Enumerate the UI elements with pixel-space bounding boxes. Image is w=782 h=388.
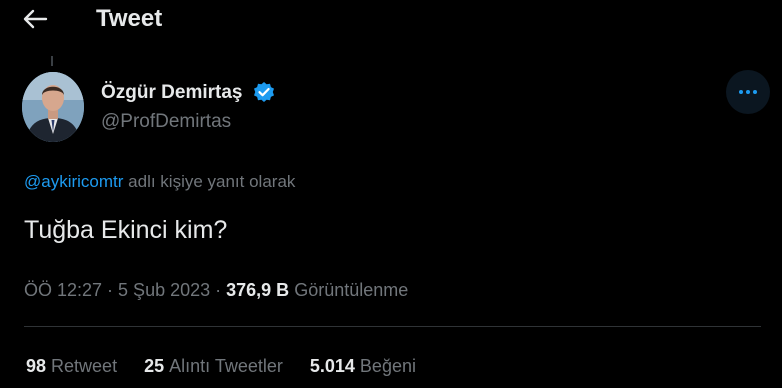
reply-context: @aykiricomtr adlı kişiye yanıt olarak: [24, 172, 295, 192]
divider: [24, 326, 761, 327]
reply-mention-link[interactable]: @aykiricomtr: [24, 172, 123, 191]
engagement-stats: 98 Retweet 25 Alıntı Tweetler 5.014 Beğeni: [26, 356, 438, 377]
meta-separator: ·: [210, 280, 227, 300]
tweet-text: Tuğba Ekinci kim?: [24, 216, 228, 244]
likes-count: 5.014: [309, 356, 355, 376]
quote-tweets-stat[interactable]: 25 Alıntı Tweetler: [144, 356, 283, 376]
views-count[interactable]: 376,9 B: [226, 280, 289, 300]
likes-stat[interactable]: 5.014 Beğeni: [310, 356, 416, 376]
top-bar: Tweet: [0, 0, 782, 40]
verified-badge-icon: [254, 82, 274, 102]
author-handle[interactable]: @ProfDemirtas: [101, 111, 231, 133]
tweet-date-link[interactable]: 5 Şub 2023: [118, 280, 210, 300]
thread-connector-line: [51, 56, 53, 66]
tweet-meta: ÖÖ 12:27 · 5 Şub 2023 · 376,9 B Görüntül…: [24, 280, 408, 301]
views-label: Görüntülenme: [289, 280, 409, 300]
quote-tweets-label: Alıntı Tweetler: [169, 356, 283, 376]
likes-label: Beğeni: [359, 356, 416, 376]
more-options-button[interactable]: [726, 70, 770, 114]
avatar[interactable]: [22, 72, 84, 142]
reply-context-suffix: adlı kişiye yanıt olarak: [123, 172, 296, 191]
retweets-count: 98: [26, 356, 47, 376]
avatar-image: [22, 72, 84, 142]
more-horizontal-icon: [739, 90, 743, 94]
retweets-stat[interactable]: 98 Retweet: [26, 356, 117, 376]
quote-tweets-count: 25: [144, 356, 165, 376]
tweet-time-link[interactable]: ÖÖ 12:27: [24, 280, 102, 300]
page-title: Tweet: [96, 5, 163, 32]
meta-separator: ·: [102, 280, 119, 300]
retweets-label: Retweet: [51, 356, 118, 376]
author-name[interactable]: Özgür Demirtaş: [101, 82, 242, 104]
arrow-left-icon[interactable]: [22, 8, 48, 30]
